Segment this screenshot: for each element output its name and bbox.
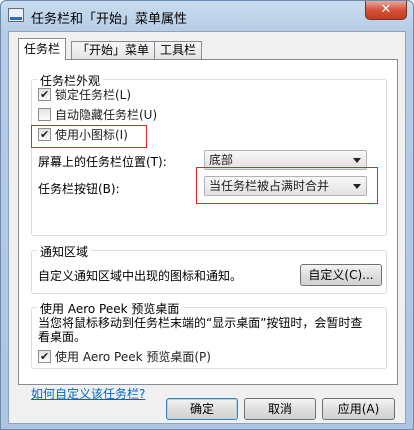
title-bar: 任务栏和「开始」菜单属性 ✕ <box>1 1 413 31</box>
lock-taskbar-checkbox[interactable]: 锁定任务栏(L) <box>38 88 131 104</box>
help-link[interactable]: 如何自定义该任务栏? <box>31 385 145 402</box>
dialog-client: 任务栏 「开始」菜单 工具栏 任务栏外观 锁定任务栏(L) 自动隐藏任务栏(U)… <box>8 31 406 424</box>
location-value: 底部 <box>209 153 234 167</box>
aero-peek-group: 使用 Aero Peek 预览桌面 当您将鼠标移动到任务栏末端的“显示桌面”按钮… <box>31 300 387 369</box>
chevron-down-icon <box>353 158 361 163</box>
appearance-group: 任务栏外观 锁定任务栏(L) 自动隐藏任务栏(U) 使用小图标(I) 屏幕上的任… <box>31 72 387 236</box>
close-icon: ✕ <box>380 2 392 17</box>
tab-taskbar[interactable]: 任务栏 <box>18 38 67 60</box>
buttons-label: 任务栏按钮(B): <box>38 182 120 196</box>
taskbar-icon <box>8 8 24 22</box>
aero-peek-group-label: 使用 Aero Peek 预览桌面 <box>37 300 183 317</box>
ok-button[interactable]: 确定 <box>166 398 238 420</box>
aero-peek-description: 当您将鼠标移动到任务栏末端的“显示桌面”按钮时，会暂时查看桌面。 <box>38 316 363 344</box>
auto-hide-checkbox[interactable]: 自动隐藏任务栏(U) <box>38 108 157 124</box>
appearance-group-label: 任务栏外观 <box>37 72 104 89</box>
tab-start-menu[interactable]: 「开始」菜单 <box>71 41 156 60</box>
location-label: 屏幕上的任务栏位置(T): <box>38 155 167 169</box>
auto-hide-check-icon <box>38 108 51 121</box>
notification-group-label: 通知区域 <box>37 243 92 260</box>
notification-description: 自定义通知区域中出现的图标和通知。 <box>38 269 243 283</box>
tab-toolbars[interactable]: 工具栏 <box>154 41 203 60</box>
cancel-button[interactable]: 取消 <box>244 398 316 420</box>
window-title: 任务栏和「开始」菜单属性 <box>31 12 188 27</box>
lock-taskbar-label: 锁定任务栏(L) <box>55 88 132 102</box>
aero-peek-checkbox-label: 使用 Aero Peek 预览桌面(P) <box>55 350 211 364</box>
notification-group: 通知区域 自定义通知区域中出现的图标和通知。 自定义(C)... <box>31 243 387 294</box>
taskbar-tab-panel: 任务栏外观 锁定任务栏(L) 自动隐藏任务栏(U) 使用小图标(I) 屏幕上的任… <box>18 59 398 401</box>
properties-dialog: 任务栏和「开始」菜单属性 ✕ 任务栏 「开始」菜单 工具栏 任务栏外观 锁定任务… <box>0 0 414 430</box>
small-icons-highlight <box>31 125 147 148</box>
lock-taskbar-check-icon <box>38 88 51 101</box>
aero-peek-checkbox[interactable]: 使用 Aero Peek 预览桌面(P) <box>38 350 211 366</box>
close-button[interactable]: ✕ <box>365 1 407 20</box>
auto-hide-label: 自动隐藏任务栏(U) <box>55 108 158 122</box>
aero-peek-check-icon <box>38 350 51 363</box>
customize-button[interactable]: 自定义(C)... <box>300 264 382 286</box>
apply-button[interactable]: 应用(A) <box>322 398 395 420</box>
taskbar-buttons-highlight <box>196 167 378 204</box>
